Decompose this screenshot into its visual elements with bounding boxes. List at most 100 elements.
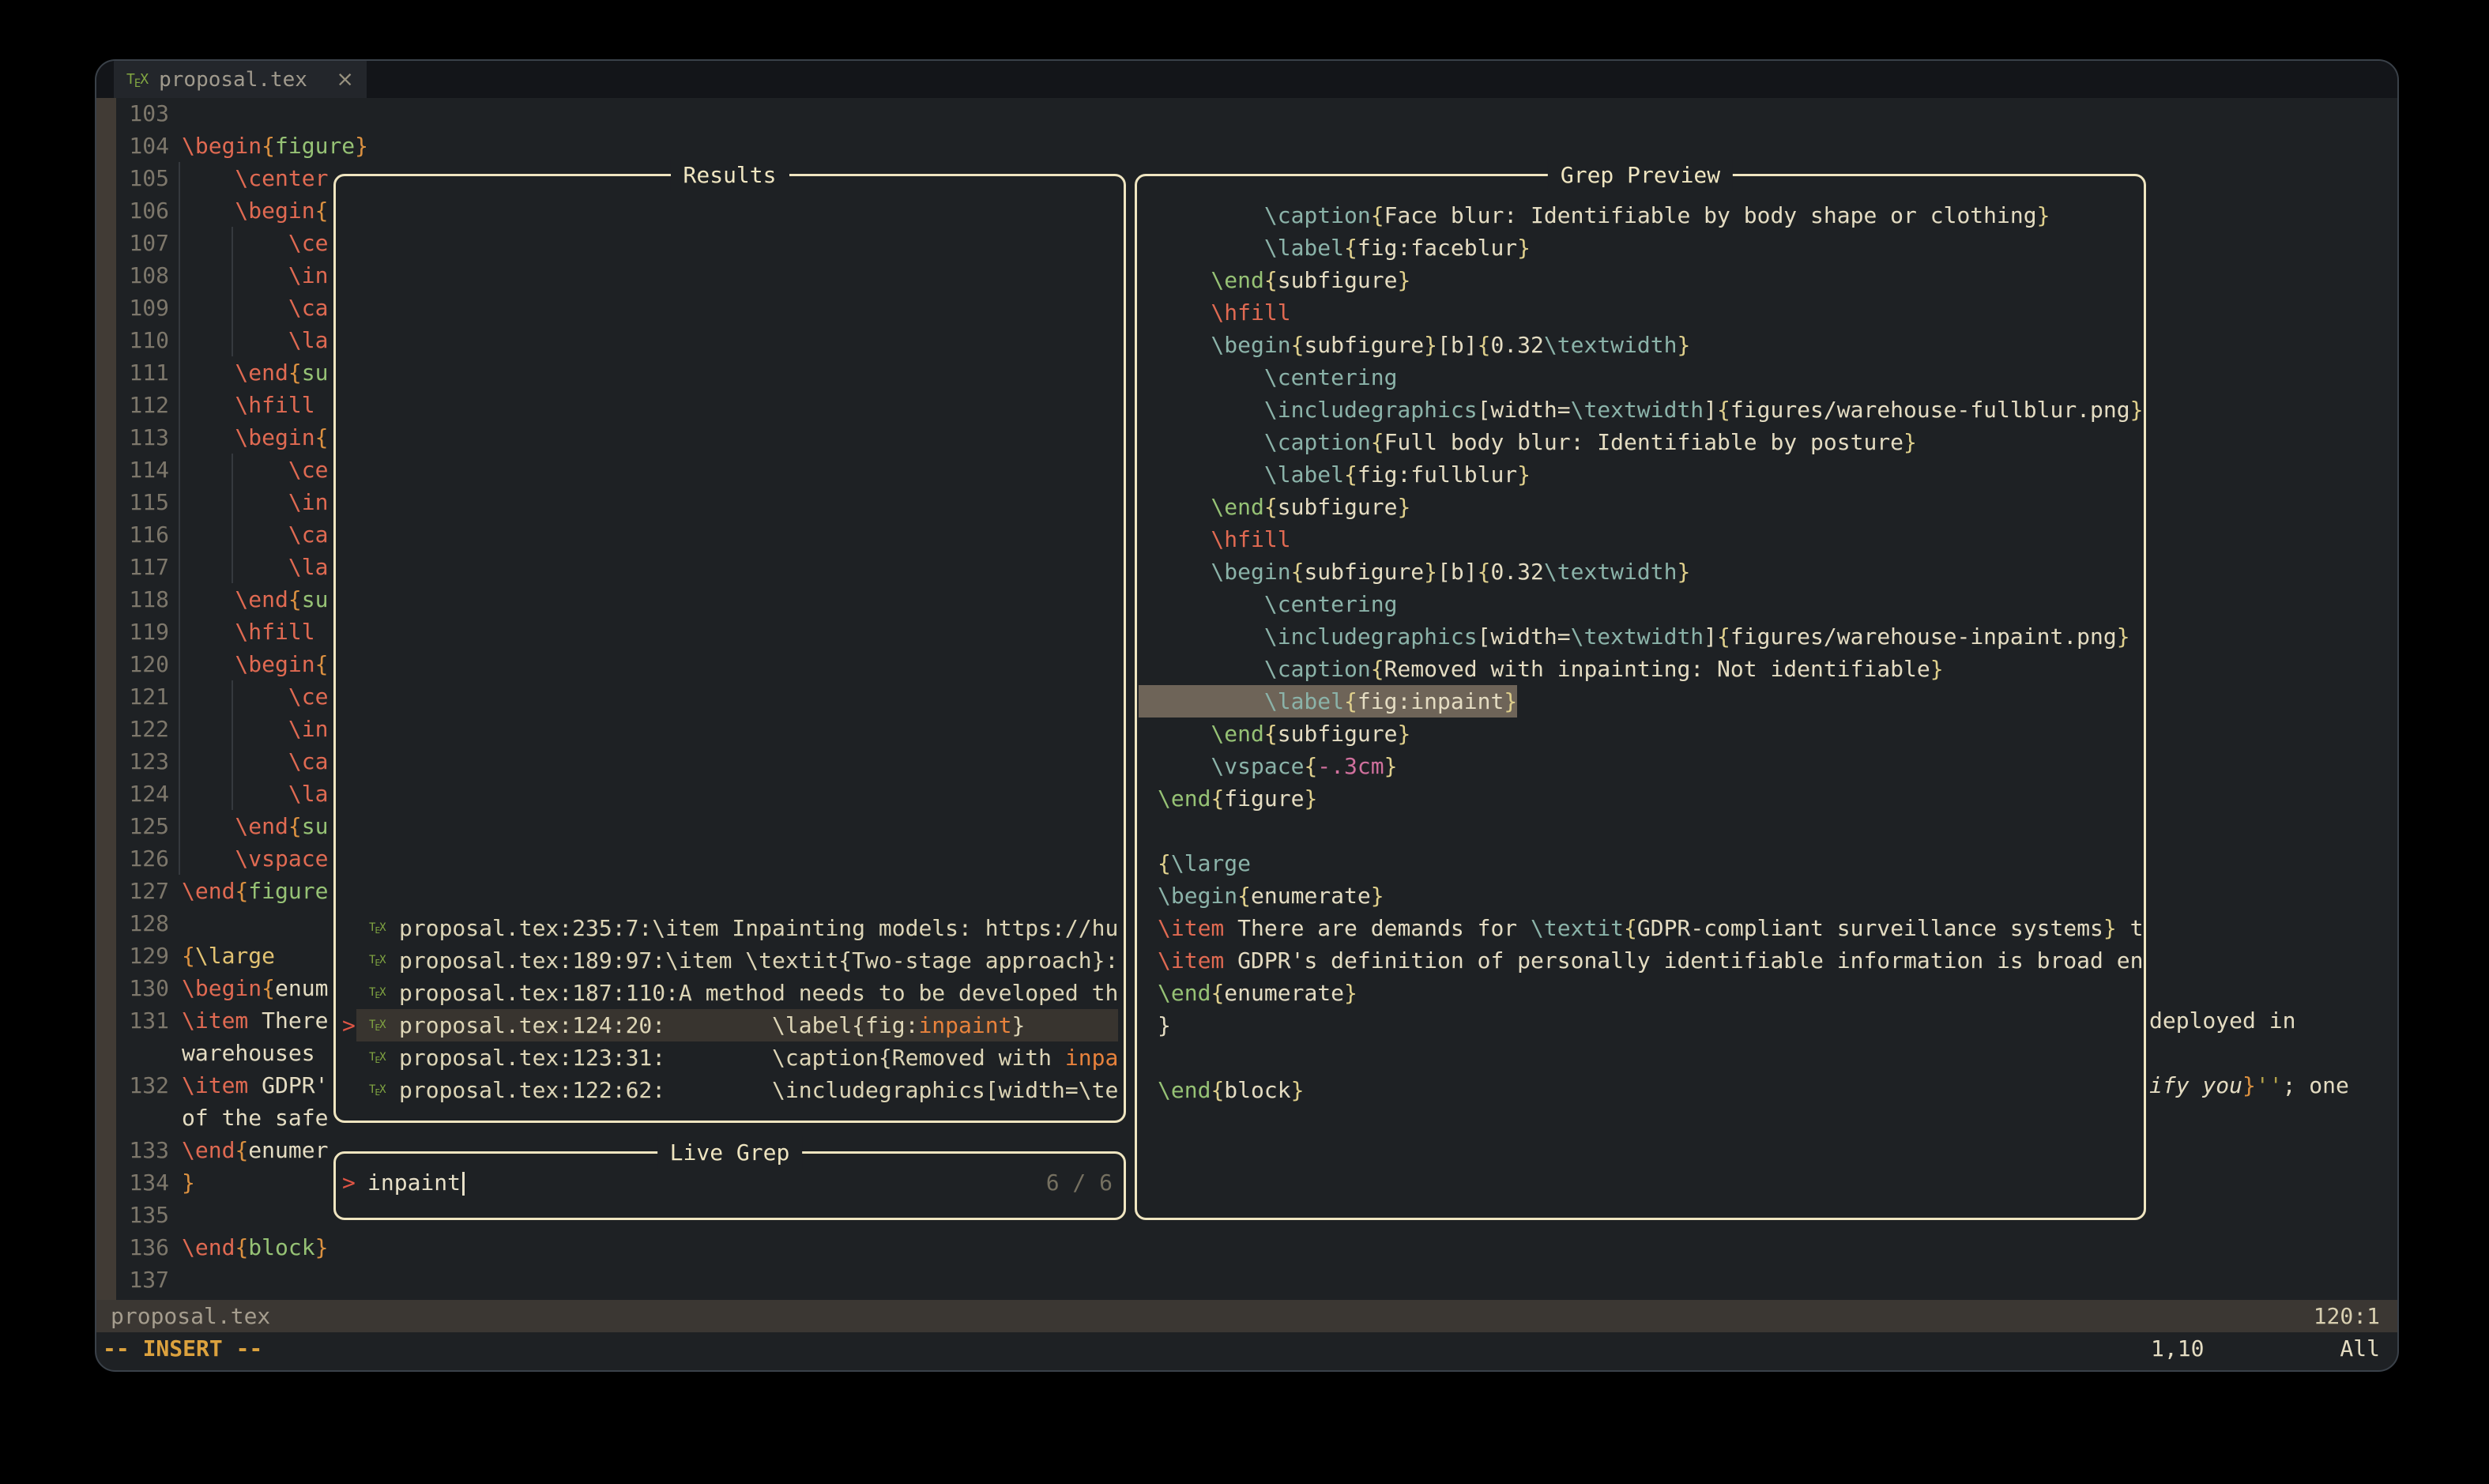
preview-line-highlighted: \label{fig:inpaint} [1137,685,2141,718]
line-number: 105 [112,162,169,194]
line-number: 134 [112,1166,169,1199]
line-number: 114 [112,454,169,486]
preview-line [1137,815,2141,847]
line-number: 112 [112,389,169,421]
line-number: 123 [112,745,169,778]
editor-line[interactable]: 103 [96,97,2397,130]
preview-line: \begin{subfigure}[b]{0.32\textwidth} [1137,556,2141,588]
grep-result-item[interactable]: TEXproposal.tex:189:97:\item \textit{Two… [336,944,1121,977]
line-number: 110 [112,324,169,356]
line-number: 113 [112,421,169,454]
editor-line[interactable]: 137 [96,1264,2397,1296]
neovim-window: TEX proposal.tex × 103104\begin{figure}1… [95,59,2399,1372]
tex-file-icon: TEX [369,1009,386,1041]
tex-file-icon: TEX [369,977,386,1009]
preview-line: \item There are demands for \textit{GDPR… [1137,912,2141,944]
tex-file-icon: TEX [369,1041,386,1074]
grep-result-item[interactable]: >TEXproposal.tex:124:20: \label{fig:inpa… [336,1009,1121,1041]
line-number: 135 [112,1199,169,1231]
indent-guide [232,680,233,810]
preview-line: \vspace{-.3cm} [1137,750,2141,782]
tab-close-icon[interactable]: × [336,67,354,92]
indent-guide [179,162,180,875]
line-number: 121 [112,680,169,713]
ruler-scroll-pos: All [2340,1332,2380,1365]
selection-caret-icon: > [342,1009,356,1041]
line-number: 132 [112,1069,169,1102]
line-number: 124 [112,778,169,810]
preview-line: \caption{Face blur: Identifiable by body… [1137,199,2141,232]
tex-file-icon: TEX [369,912,386,944]
preview-line: \includegraphics[width=\textwidth]{figur… [1137,620,2141,653]
indent-guide [232,454,233,583]
line-number: 136 [112,1231,169,1264]
line-number: 104 [112,130,169,162]
grep-result-item[interactable]: TEXproposal.tex:122:62: \includegraphics… [336,1074,1121,1106]
tabline: TEX proposal.tex × [96,61,2397,98]
line-number: 131 [112,1004,169,1037]
line-number: 130 [112,972,169,1004]
mode-indicator: -- INSERT -- [103,1332,262,1365]
live-grep-query[interactable]: inpaint [367,1166,465,1199]
tab-proposal-tex[interactable]: TEX proposal.tex × [114,61,367,98]
preview-line: \item GDPR's definition of personally id… [1137,944,2141,977]
preview-line: \end{block} [1137,1074,2141,1106]
line-number: 117 [112,551,169,583]
ruler-cursor-pos: 1,10 [2151,1332,2204,1365]
preview-line: {\large [1137,847,2141,879]
tex-file-icon: TEX [369,1074,386,1106]
preview-line: \label{fig:faceblur} [1137,232,2141,264]
preview-line: \end{subfigure} [1137,491,2141,523]
line-number: 103 [112,97,169,130]
editor-text-fragment: ify you}''; one [2149,1069,2349,1102]
live-grep-panel-title: Live Grep [657,1136,803,1169]
preview-line: \end{enumerate} [1137,977,2141,1009]
command-line: -- INSERT -- 1,10 All [96,1332,2397,1370]
desktop-background: TEX proposal.tex × 103104\begin{figure}1… [0,0,2489,1484]
preview-line: \end{subfigure} [1137,718,2141,750]
preview-line: \hfill [1137,523,2141,556]
line-number: 120 [112,648,169,680]
statusline: proposal.tex 120:1 [96,1300,2397,1332]
results-panel-title: Results [670,159,789,191]
preview-line: \begin{enumerate} [1137,879,2141,912]
preview-line: \includegraphics[width=\textwidth]{figur… [1137,394,2141,426]
preview-line: \end{subfigure} [1137,264,2141,296]
line-number: 116 [112,518,169,551]
indent-guide [232,227,233,356]
line-number: 108 [112,259,169,292]
grep-preview-panel-title: Grep Preview [1548,159,1733,191]
line-number: 119 [112,616,169,648]
line-number: 122 [112,713,169,745]
line-number: 109 [112,292,169,324]
text-cursor [462,1172,465,1196]
line-number: 128 [112,907,169,940]
line-number: 125 [112,810,169,842]
preview-line: } [1137,1009,2141,1041]
grep-result-item[interactable]: TEXproposal.tex:187:110:A method needs t… [336,977,1121,1009]
editor-line[interactable]: 136\end{block} [96,1231,2397,1264]
preview-line: \label{fig:fullblur} [1137,458,2141,491]
statusline-filename: proposal.tex [111,1300,270,1332]
line-number: 126 [112,842,169,875]
line-number: 133 [112,1134,169,1166]
results-list: TEXproposal.tex:235:7:\item Inpainting m… [336,912,1121,1118]
line-number: 137 [112,1264,169,1296]
line-number: 106 [112,194,169,227]
result-counter: 6 / 6 [1046,1166,1113,1199]
tex-file-icon: TEX [369,944,386,977]
statusline-position: 120:1 [2314,1300,2380,1332]
live-grep-input[interactable]: > inpaint 6 / 6 [336,1166,1124,1199]
preview-line [1137,1041,2141,1074]
preview-line: \caption{Removed with inpainting: Not id… [1137,653,2141,685]
preview-line: \centering [1137,588,2141,620]
grep-result-item[interactable]: TEXproposal.tex:235:7:\item Inpainting m… [336,912,1121,944]
grep-result-item[interactable]: TEXproposal.tex:123:31: \caption{Removed… [336,1041,1121,1074]
editor-line[interactable]: 104\begin{figure} [96,130,2397,162]
tab-filename: proposal.tex [159,68,325,92]
preview-line: \centering [1137,361,2141,394]
line-number: 111 [112,356,169,389]
line-number: 115 [112,486,169,518]
grep-preview-panel: Grep Preview \caption{Face blur: Identif… [1135,174,2146,1220]
prompt-caret-icon: > [342,1166,356,1199]
